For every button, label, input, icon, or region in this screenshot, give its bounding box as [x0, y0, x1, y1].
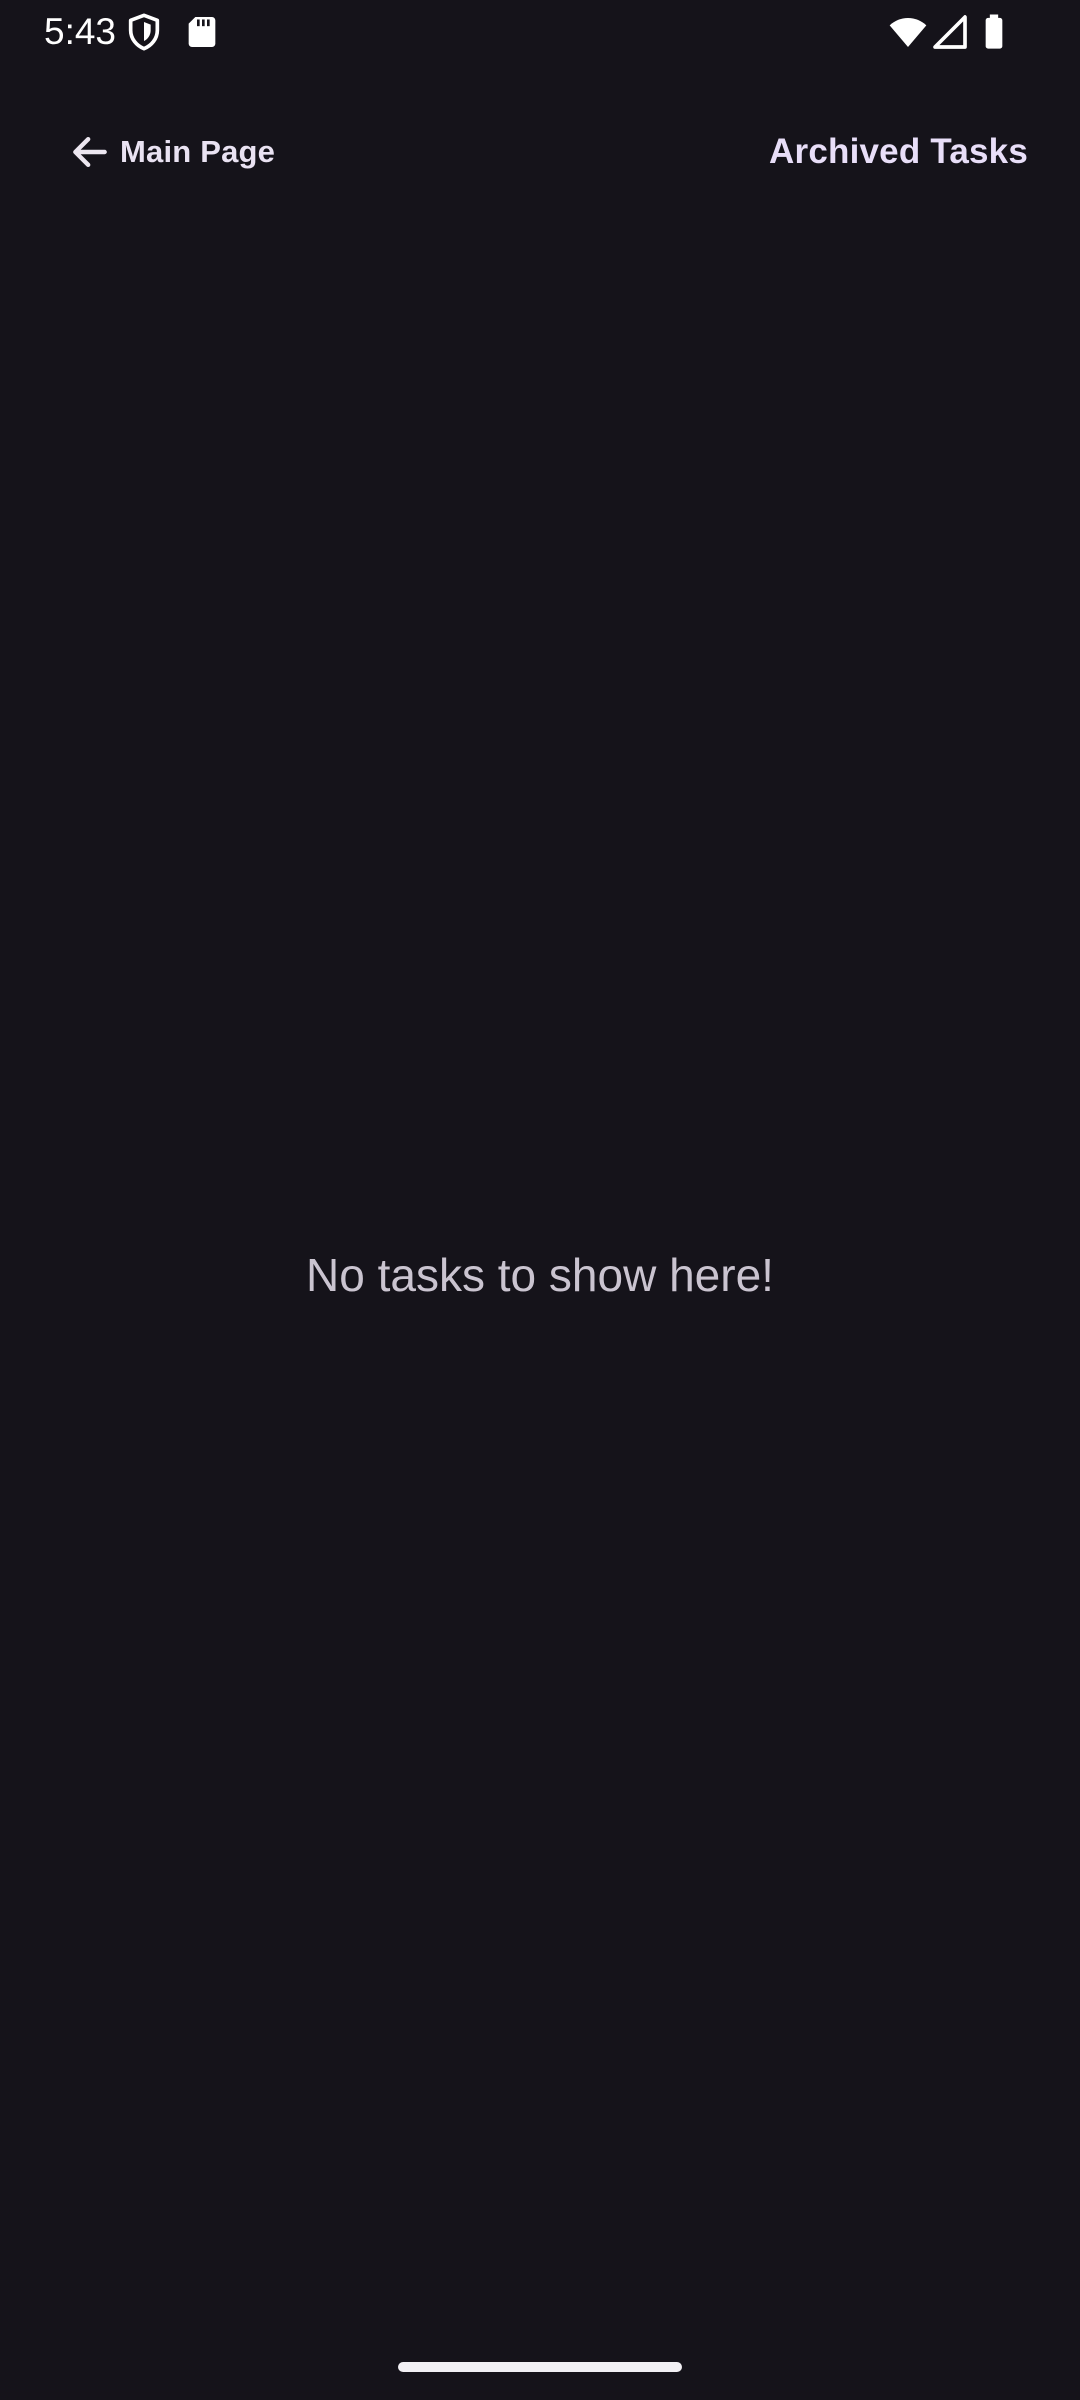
empty-state-message: No tasks to show here!: [306, 1249, 774, 1301]
wifi-icon: [888, 12, 928, 52]
back-to-main-page-button[interactable]: Main Page: [62, 120, 281, 184]
top-app-bar: Main Page Archived Tasks: [0, 110, 1080, 194]
page-title: Archived Tasks: [769, 132, 1028, 171]
cell-signal-icon: [930, 12, 970, 52]
archived-tasks-screen: 5:43 Main Page Archived Tasks No tasks t…: [0, 0, 1080, 2400]
sd-card-icon: [182, 12, 222, 52]
status-time: 5:43: [44, 11, 117, 52]
back-button-label: Main Page: [120, 134, 276, 169]
arrow-back-icon: [68, 130, 112, 174]
status-bar: 5:43: [0, 0, 1080, 64]
gesture-navigation-handle[interactable]: [398, 2362, 682, 2372]
battery-icon: [974, 12, 1014, 52]
shield-icon: [124, 12, 164, 52]
